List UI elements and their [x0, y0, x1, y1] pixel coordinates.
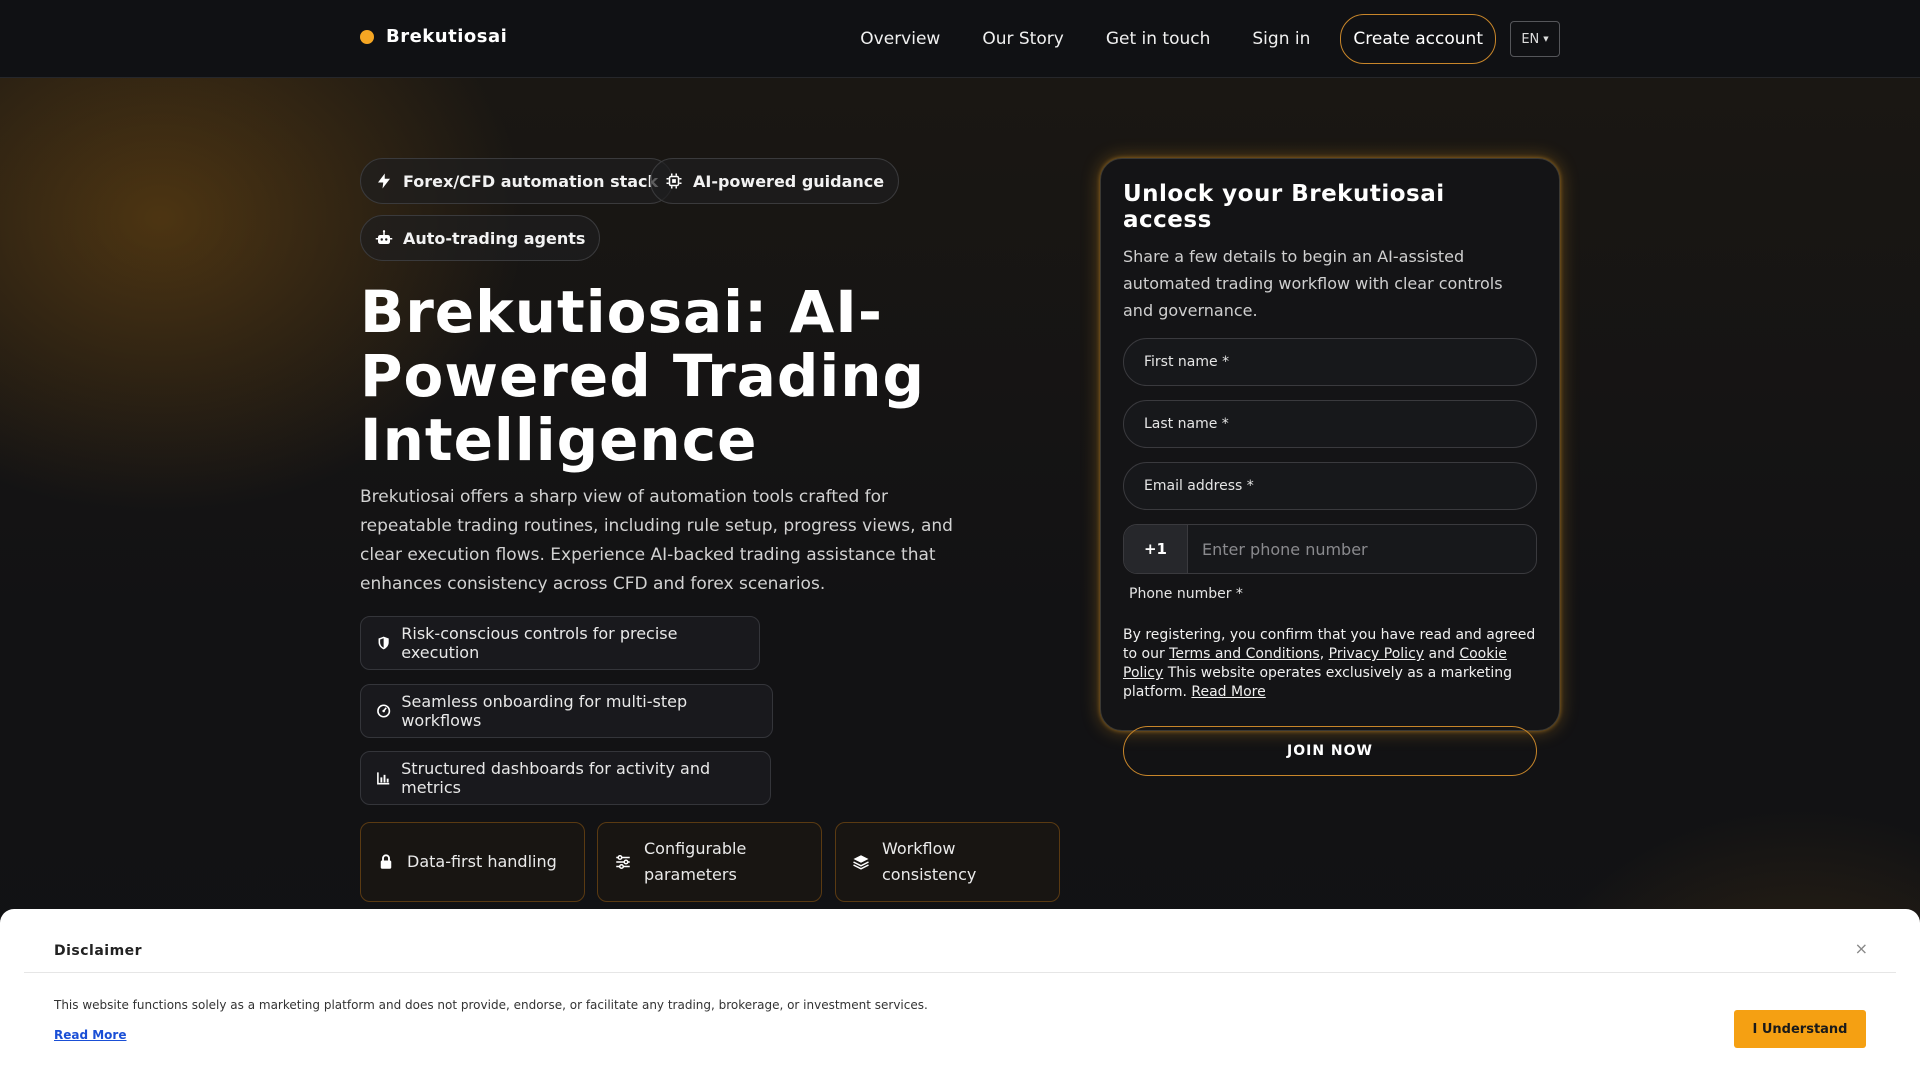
close-icon[interactable]: ×: [1855, 939, 1868, 958]
page-title: Brekutiosai: AI-Powered Trading Intellig…: [360, 278, 926, 474]
create-account-button[interactable]: Create account: [1340, 14, 1496, 64]
hero-description: Brekutiosai offers a sharp view of autom…: [360, 487, 953, 594]
country-code-selector[interactable]: +1: [1124, 525, 1188, 573]
card-data-first: Data-first handling: [360, 822, 585, 902]
signup-form: Unlock your Brekutiosai access Share a f…: [1100, 158, 1560, 776]
card-label: Data-first handling: [407, 852, 557, 871]
badge-label: Forex/CFD automation stack: [403, 171, 659, 191]
chip-icon: [666, 173, 682, 189]
brand-name: Brekutiosai: [386, 26, 508, 47]
disclaimer-title: Disclaimer: [54, 943, 143, 959]
disclaimer-banner: Disclaimer × This website functions sole…: [0, 909, 1920, 1080]
legal-and: and: [1428, 646, 1455, 662]
card-label: Workflow consistency: [882, 839, 977, 884]
feature-label: Risk-conscious controls for precise exec…: [401, 624, 678, 662]
badge-label: AI-powered guidance: [693, 171, 885, 191]
sliders-icon: [616, 854, 630, 870]
shield-icon: [378, 636, 389, 650]
first-name-field[interactable]: First name *: [1123, 338, 1537, 386]
lightning-icon: [378, 173, 390, 189]
join-now-button[interactable]: JOIN NOW: [1123, 726, 1537, 776]
badge-forex-cfd: Forex/CFD automation stack: [360, 158, 674, 204]
nav-get-in-touch[interactable]: Get in touch: [1106, 29, 1211, 49]
robot-icon: [375, 230, 393, 244]
phone-input[interactable]: Enter phone number: [1188, 525, 1536, 573]
card-label: Configurable parameters: [644, 839, 747, 884]
nav-our-story[interactable]: Our Story: [982, 29, 1063, 49]
understand-button[interactable]: I Understand: [1734, 1010, 1866, 1048]
legal-read-more-link[interactable]: Read More: [1191, 684, 1265, 700]
feature-risk-controls: Risk-conscious controls for precise exec…: [360, 616, 760, 670]
badge-label: Auto-trading agents: [403, 228, 586, 248]
nav-sign-in[interactable]: Sign in: [1252, 29, 1310, 49]
bar-chart-icon: [377, 772, 390, 785]
logo-dot-icon: [360, 29, 374, 44]
badge-ai-guidance: AI-powered guidance: [650, 158, 900, 204]
nav-overview[interactable]: Overview: [860, 29, 940, 49]
language-value: EN: [1521, 31, 1540, 47]
card-workflow: Workflow consistency: [835, 822, 1060, 902]
brand-logo[interactable]: Brekutiosai: [360, 26, 507, 47]
form-title: Unlock your Brekutiosai access: [1123, 181, 1445, 233]
form-subtitle: Share a few details to begin an AI-assis…: [1123, 247, 1503, 320]
email-field[interactable]: Email address *: [1123, 462, 1537, 510]
disclaimer-read-more-link[interactable]: Read More: [54, 1028, 127, 1042]
lock-icon: [380, 854, 392, 869]
terms-link[interactable]: Terms and Conditions: [1169, 646, 1320, 662]
feature-dashboards: Structured dashboards for activity and m…: [360, 751, 771, 805]
layers-icon: [853, 855, 869, 870]
feature-onboarding: Seamless onboarding for multi-step workf…: [360, 684, 773, 738]
first-name-label: First name *: [1144, 354, 1230, 370]
chevron-down-icon: ▼: [1543, 35, 1549, 43]
language-selector[interactable]: EN ▼: [1510, 21, 1560, 57]
disclaimer-divider: [24, 972, 1896, 973]
feature-label: Seamless onboarding for multi-step workf…: [401, 692, 688, 730]
last-name-field[interactable]: Last name *: [1123, 400, 1537, 448]
feature-label: Structured dashboards for activity and m…: [401, 759, 711, 797]
card-configurable: Configurable parameters: [597, 822, 822, 902]
phone-label: Phone number *: [1129, 586, 1243, 602]
legal-text: By registering, you confirm that you hav…: [1123, 627, 1536, 700]
last-name-label: Last name *: [1144, 416, 1229, 432]
phone-input-group: +1 Enter phone number: [1123, 524, 1537, 574]
disclaimer-text: This website functions solely as a marke…: [54, 998, 928, 1012]
privacy-link[interactable]: Privacy Policy: [1329, 646, 1424, 662]
badge-auto-trading: Auto-trading agents: [360, 215, 601, 261]
legal-suffix: This website operates exclusively as a m…: [1123, 665, 1512, 700]
email-label: Email address *: [1144, 478, 1254, 494]
site-header: Brekutiosai Overview Our Story Get in to…: [0, 0, 1920, 78]
main-nav: Overview Our Story Get in touch Sign in …: [860, 14, 1560, 64]
gauge-icon: [377, 704, 391, 718]
